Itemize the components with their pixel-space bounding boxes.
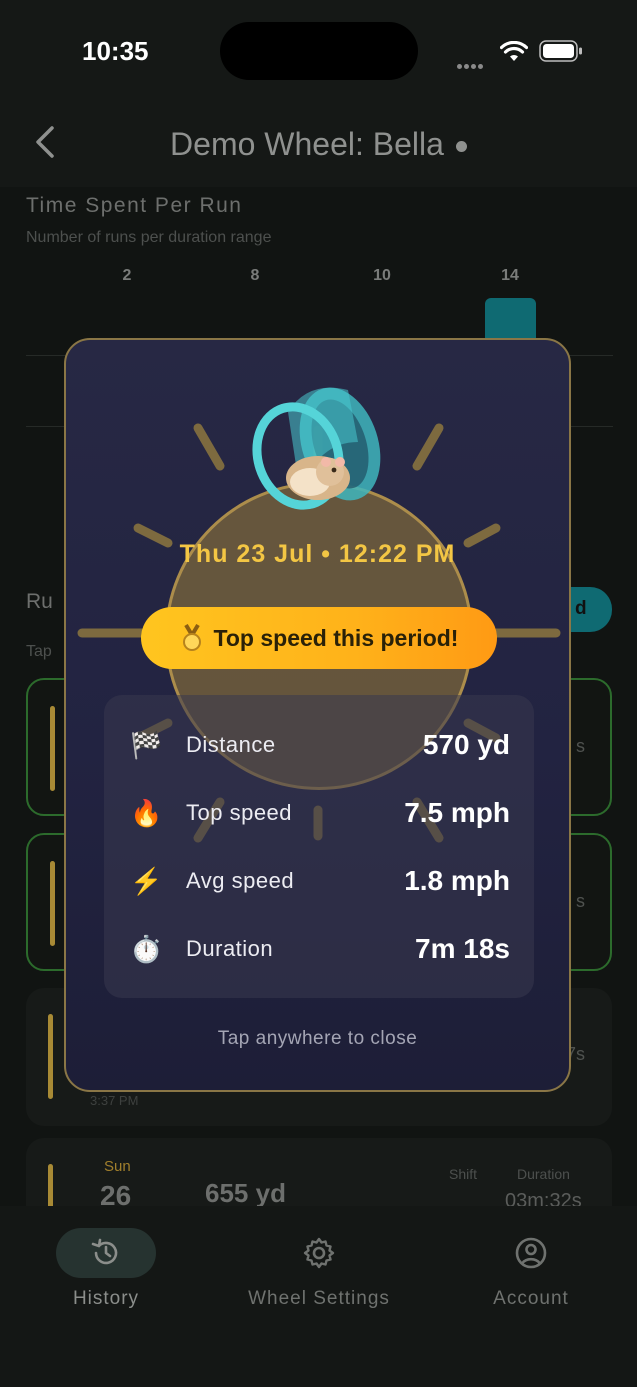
stat-row-avg-speed: ⚡ Avg speed 1.8 mph bbox=[130, 857, 510, 905]
run-datetime: Thu 23 Jul • 12:22 PM bbox=[179, 540, 456, 568]
checkered-flag-icon: 🏁 bbox=[130, 729, 163, 760]
bar-label: 14 bbox=[501, 267, 519, 284]
tab-label: Account bbox=[493, 1288, 569, 1309]
run-day: Sun bbox=[104, 1158, 131, 1175]
battery-icon bbox=[539, 40, 582, 62]
duration-label: Duration bbox=[517, 1166, 570, 1182]
tab-wheel-settings[interactable]: Wheel Settings bbox=[219, 1228, 419, 1310]
bar-label: 10 bbox=[373, 267, 391, 284]
gear-icon bbox=[269, 1228, 369, 1278]
stat-label: Duration bbox=[186, 936, 274, 961]
close-hint[interactable]: Tap anywhere to close bbox=[64, 1028, 571, 1050]
bar-label: 2 bbox=[122, 267, 132, 284]
page-title: Demo Wheel: Bella bbox=[0, 126, 637, 163]
chart-subtitle: Number of runs per duration range bbox=[26, 229, 272, 246]
chart-title: Time Spent Per Run bbox=[26, 194, 243, 217]
run-card-duration: s bbox=[576, 891, 585, 911]
stat-label: Avg speed bbox=[186, 868, 295, 893]
top-speed-badge: Top speed this period! bbox=[141, 607, 497, 669]
badge-label: Top speed this period! bbox=[213, 624, 459, 651]
bar-label: 8 bbox=[250, 267, 260, 284]
run-distance: 655 yd bbox=[205, 1178, 286, 1208]
stat-value: 570 yd bbox=[422, 729, 510, 760]
stat-row-duration: ⏱️ Duration 7m 18s bbox=[130, 925, 510, 973]
dynamic-island bbox=[220, 22, 418, 80]
stat-label: Distance bbox=[186, 732, 276, 757]
history-icon bbox=[56, 1228, 156, 1278]
stat-value: 7.5 mph bbox=[404, 797, 510, 828]
stat-row-top-speed: 🔥 Top speed 7.5 mph bbox=[130, 789, 510, 837]
shift-label: Shift bbox=[449, 1166, 478, 1182]
run-card-stripe bbox=[48, 1014, 53, 1099]
run-card-duration: s bbox=[576, 736, 585, 756]
stat-label: Top speed bbox=[186, 800, 293, 825]
hamster-wheel-icon bbox=[252, 387, 381, 510]
stat-value: 1.8 mph bbox=[404, 865, 510, 896]
wifi-icon bbox=[500, 41, 528, 61]
runs-subtitle: Tap bbox=[26, 643, 52, 660]
stat-value: 7m 18s bbox=[415, 933, 510, 964]
stopwatch-icon: ⏱️ bbox=[130, 933, 163, 964]
run-card-stripe bbox=[50, 861, 55, 946]
cellular-signal-icon bbox=[457, 56, 485, 74]
tab-label: Wheel Settings bbox=[248, 1288, 390, 1309]
fire-icon: 🔥 bbox=[130, 797, 163, 828]
lightning-icon: ⚡ bbox=[130, 865, 163, 896]
medal-icon bbox=[182, 624, 201, 651]
tab-label: History bbox=[72, 1288, 140, 1309]
account-icon bbox=[481, 1228, 581, 1278]
tab-history[interactable]: History bbox=[6, 1228, 206, 1310]
run-card-stripe bbox=[50, 706, 55, 791]
tab-account[interactable]: Account bbox=[431, 1228, 631, 1310]
runs-title: Ru bbox=[26, 590, 53, 613]
stat-row-distance: 🏁 Distance 570 yd bbox=[130, 721, 510, 769]
connection-dot-icon bbox=[455, 141, 467, 153]
status-time: 10:35 bbox=[82, 36, 149, 66]
run-time: 3:37 PM bbox=[90, 1093, 139, 1108]
